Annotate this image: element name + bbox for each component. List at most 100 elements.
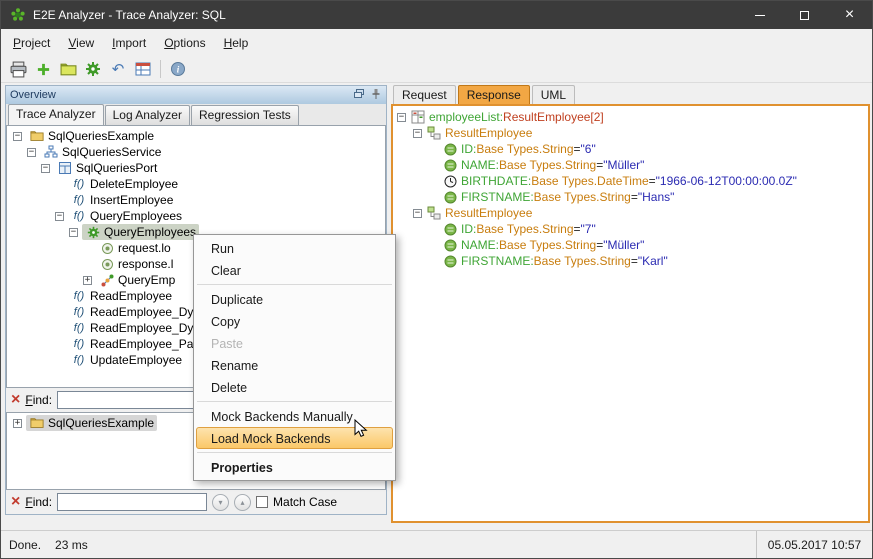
collapse-icon[interactable]: − xyxy=(41,164,50,173)
expand-icon[interactable]: + xyxy=(13,419,22,428)
tree-item-queryemployees[interactable]: −f()QueryEmployees xyxy=(7,208,385,224)
tree-indent xyxy=(429,257,438,266)
tree-indent xyxy=(429,177,438,186)
tree-item-sqlqueriesexample[interactable]: −SqlQueriesExample xyxy=(7,128,385,144)
export-table-icon[interactable] xyxy=(132,58,154,80)
find-next-button[interactable]: ▾ xyxy=(212,494,229,511)
app-window: { "window": { "title": "E2E Analyzer - T… xyxy=(0,0,873,559)
clear-find-icon[interactable]: × xyxy=(11,392,20,408)
collapse-icon[interactable]: − xyxy=(13,132,22,141)
attr-icon xyxy=(442,143,458,156)
response-tree-item[interactable]: FIRSTNAME: Base Types.String = "Hans" xyxy=(393,189,868,205)
value-part: = xyxy=(649,173,656,189)
statusbar: Done. 23 ms 05.05.2017 10:57 xyxy=(1,530,872,558)
close-button[interactable]: × xyxy=(827,1,872,29)
response-tree-item[interactable]: −employeeList: ResultEmployee[2] xyxy=(393,109,868,125)
undo-icon[interactable]: ↶ xyxy=(107,58,129,80)
response-tree-item[interactable]: NAME: Base Types.String = "Müller" xyxy=(393,237,868,253)
value-part: Base Types.DateTime xyxy=(531,173,648,189)
collapse-icon[interactable]: − xyxy=(55,212,64,221)
value-part: "1966-06-12T00:00:00.0Z" xyxy=(656,173,797,189)
menu-item-load-mock-backends[interactable]: Load Mock Backends xyxy=(196,427,393,449)
find-label: Find: xyxy=(25,393,52,407)
menu-item-delete[interactable]: Delete xyxy=(196,376,393,398)
maximize-button[interactable] xyxy=(782,1,827,29)
tab-uml[interactable]: UML xyxy=(532,85,575,104)
port-icon xyxy=(57,161,73,175)
toolbar: ↶i xyxy=(1,56,872,83)
tree-item-deleteemployee[interactable]: f()DeleteEmployee xyxy=(7,176,385,192)
tab-request[interactable]: Request xyxy=(393,85,456,104)
menu-item-copy[interactable]: Copy xyxy=(196,310,393,332)
menu-item-duplicate[interactable]: Duplicate xyxy=(196,288,393,310)
response-tree-item[interactable]: −ResultEmployee xyxy=(393,125,868,141)
print-icon[interactable] xyxy=(7,58,29,80)
find-prev-button[interactable]: ▴ xyxy=(234,494,251,511)
menu-item-run[interactable]: Run xyxy=(196,237,393,259)
expand-icon[interactable]: + xyxy=(83,276,92,285)
tree-indent xyxy=(55,324,64,333)
tree-indent xyxy=(429,193,438,202)
tree-item-sqlqueriesport[interactable]: −SqlQueriesPort xyxy=(7,160,385,176)
menu-import[interactable]: Import xyxy=(103,32,155,54)
menu-item-paste: Paste xyxy=(196,332,393,354)
settings-icon[interactable] xyxy=(82,58,104,80)
match-case-checkbox[interactable] xyxy=(256,496,268,508)
response-tree-item[interactable]: BIRTHDATE: Base Types.DateTime = "1966-0… xyxy=(393,173,868,189)
value-part: NAME: xyxy=(461,237,499,253)
menu-options[interactable]: Options xyxy=(155,32,214,54)
menu-item-rename[interactable]: Rename xyxy=(196,354,393,376)
menu-help[interactable]: Help xyxy=(215,32,258,54)
app-logo-icon xyxy=(10,7,26,23)
value-part: ResultEmployee xyxy=(445,205,532,221)
menubar: ProjectViewImportOptionsHelp xyxy=(1,29,872,56)
window-controls: × xyxy=(737,1,872,29)
collapse-icon[interactable]: − xyxy=(27,148,36,157)
tree-item-sqlqueriesservice[interactable]: −SqlQueriesService xyxy=(7,144,385,160)
value-part: "7" xyxy=(581,221,596,237)
match-case-label: Match Case xyxy=(273,495,337,509)
tab-log-analyzer[interactable]: Log Analyzer xyxy=(105,105,190,125)
tab-trace-analyzer[interactable]: Trace Analyzer xyxy=(8,104,104,125)
menu-item-clear[interactable]: Clear xyxy=(196,259,393,281)
nodepair-icon xyxy=(426,126,442,140)
folder-icon xyxy=(29,129,45,143)
tree-item-insertemployee[interactable]: f()InsertEmployee xyxy=(7,192,385,208)
menu-project[interactable]: Project xyxy=(4,32,59,54)
collapse-icon[interactable]: − xyxy=(413,129,422,138)
record-icon xyxy=(99,242,115,255)
collapse-icon[interactable]: − xyxy=(413,209,422,218)
pin-icon[interactable] xyxy=(370,88,382,103)
tab-response[interactable]: Response xyxy=(458,85,530,104)
float-window-icon[interactable] xyxy=(353,88,365,103)
collapse-icon[interactable]: − xyxy=(397,113,406,122)
clock-icon xyxy=(442,175,458,188)
find-input-bottom[interactable] xyxy=(57,493,207,511)
response-tree-item[interactable]: ID: Base Types.String = "7" xyxy=(393,221,868,237)
response-tree-item[interactable]: NAME: Base Types.String = "Müller" xyxy=(393,157,868,173)
menu-item-mock-backends-manually[interactable]: Mock Backends Manually xyxy=(196,405,393,427)
menu-item-properties[interactable]: Properties xyxy=(196,456,393,478)
clear-find-icon[interactable]: × xyxy=(11,494,20,510)
tree-indent xyxy=(55,308,64,317)
response-tree-item[interactable]: ID: Base Types.String = "6" xyxy=(393,141,868,157)
collapse-icon[interactable]: − xyxy=(69,228,78,237)
info-icon[interactable]: i xyxy=(167,58,189,80)
menu-view[interactable]: View xyxy=(59,32,103,54)
find-bar-bottom: × Find: ▾ ▴ Match Case xyxy=(6,490,386,514)
function-icon: f() xyxy=(71,336,87,352)
tab-regression-tests[interactable]: Regression Tests xyxy=(191,105,299,125)
function-icon: f() xyxy=(71,208,87,224)
add-icon[interactable] xyxy=(32,58,54,80)
tree-indent xyxy=(55,292,64,301)
open-folder-icon[interactable] xyxy=(57,58,79,80)
minimize-icon xyxy=(755,15,765,16)
folder-icon xyxy=(29,416,45,430)
menu-separator xyxy=(197,401,392,402)
overview-title: Overview xyxy=(10,89,56,101)
tree-item-label: QueryEmployees xyxy=(90,208,182,224)
value-part: = xyxy=(596,237,603,253)
minimize-button[interactable] xyxy=(737,1,782,29)
response-tree-item[interactable]: FIRSTNAME: Base Types.String = "Karl" xyxy=(393,253,868,269)
response-tree-item[interactable]: − ResultEmployee xyxy=(393,205,868,221)
